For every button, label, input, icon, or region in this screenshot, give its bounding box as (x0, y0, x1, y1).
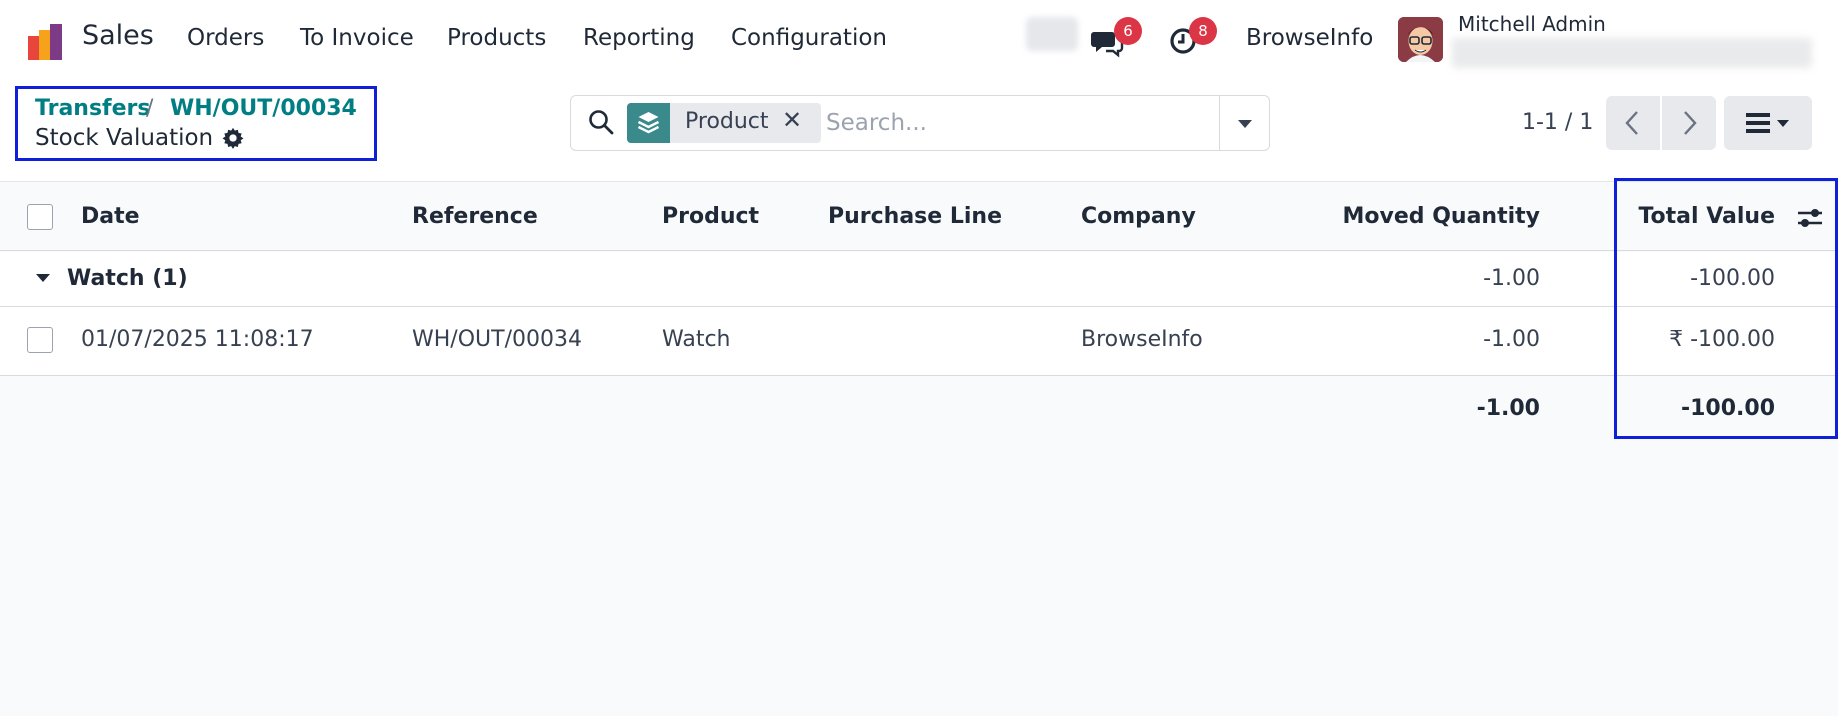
total-value-highlight-box (1614, 178, 1838, 439)
list-view-icon (1746, 113, 1789, 133)
group-by-layers-icon (627, 103, 670, 143)
group-label[interactable]: Watch (1) (67, 266, 188, 291)
search-options-toggle[interactable] (1219, 96, 1269, 150)
menu-reporting[interactable]: Reporting (583, 25, 695, 51)
view-switcher-button[interactable] (1724, 96, 1812, 150)
page-title: Stock Valuation (35, 125, 214, 151)
cell-moved-quantity: -1.00 (1483, 327, 1540, 352)
chevron-left-icon (1625, 111, 1638, 135)
caret-down-icon (1238, 120, 1252, 128)
caret-down-icon[interactable] (35, 270, 51, 286)
blurred-systray-item (1026, 17, 1078, 51)
sales-app-icon[interactable] (26, 22, 66, 62)
menu-configuration[interactable]: Configuration (731, 25, 887, 51)
menu-orders[interactable]: Orders (187, 25, 264, 51)
app-name[interactable]: Sales (82, 20, 154, 51)
pager-previous-button[interactable] (1606, 96, 1660, 150)
column-header-reference[interactable]: Reference (412, 204, 538, 229)
column-header-date[interactable]: Date (81, 204, 140, 229)
column-header-moved-quantity[interactable]: Moved Quantity (1290, 204, 1540, 229)
messages-badge: 6 (1114, 17, 1142, 45)
footer-moved-quantity-total: -1.00 (1476, 396, 1540, 421)
group-moved-quantity: -1.00 (1483, 266, 1540, 291)
column-header-product[interactable]: Product (662, 204, 759, 229)
company-switcher[interactable]: BrowseInfo (1246, 25, 1373, 51)
search-input[interactable] (826, 104, 1216, 142)
pager-value[interactable]: 1-1 / 1 (1522, 110, 1593, 135)
group-row-watch[interactable] (0, 252, 1838, 307)
user-name[interactable]: Mitchell Admin (1458, 12, 1606, 36)
blurred-user-database (1452, 38, 1812, 68)
row-checkbox[interactable] (27, 327, 53, 353)
menu-products[interactable]: Products (447, 25, 546, 51)
user-avatar[interactable] (1398, 17, 1443, 62)
breadcrumb-transfers[interactable]: Transfers (35, 96, 150, 121)
pager-next-button[interactable] (1662, 96, 1716, 150)
search-icon[interactable] (588, 109, 614, 135)
facet-label: Product (685, 109, 769, 134)
column-header-purchase-line[interactable]: Purchase Line (828, 204, 1002, 229)
breadcrumb-wh-out[interactable]: WH/OUT/00034 (170, 96, 357, 121)
cell-company: BrowseInfo (1081, 327, 1203, 352)
chevron-right-icon (1684, 111, 1697, 135)
cell-product: Watch (662, 327, 731, 352)
gear-icon[interactable] (222, 127, 244, 149)
breadcrumb-separator: / (146, 96, 154, 121)
menu-to-invoice[interactable]: To Invoice (300, 25, 414, 51)
select-all-checkbox[interactable] (27, 204, 53, 230)
column-header-company[interactable]: Company (1081, 204, 1196, 229)
cell-reference: WH/OUT/00034 (412, 327, 582, 352)
cell-date: 01/07/2025 11:08:17 (81, 327, 314, 352)
remove-facet-close-icon[interactable]: ✕ (782, 106, 802, 134)
activities-badge: 8 (1189, 17, 1217, 45)
